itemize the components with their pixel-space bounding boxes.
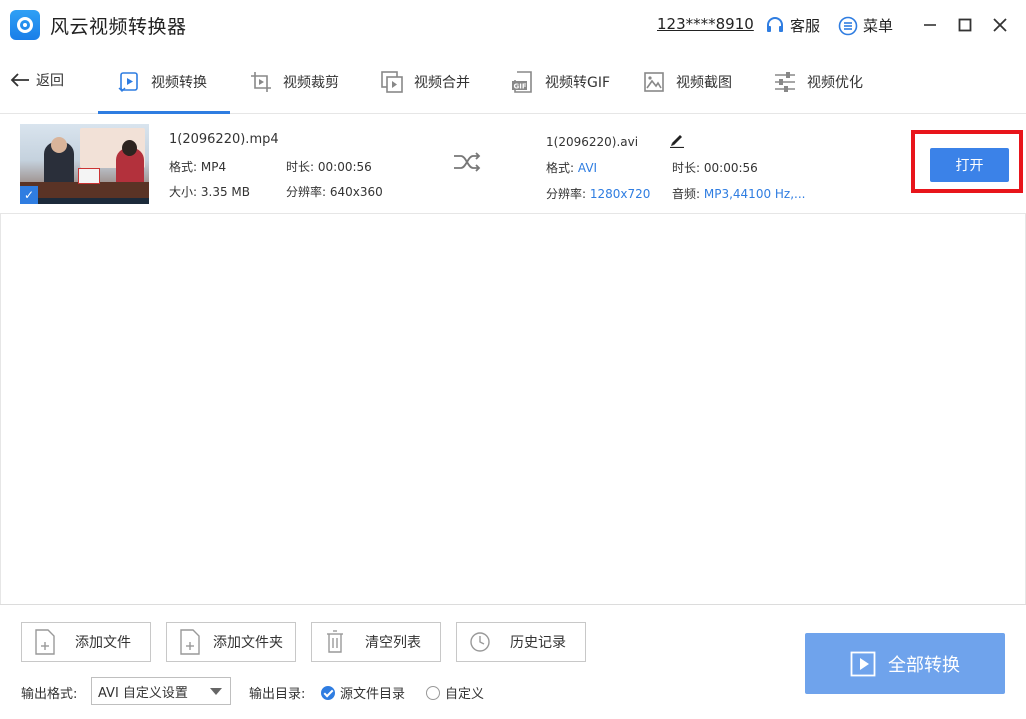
tab-video-crop[interactable]: 视频裁剪 xyxy=(249,70,339,94)
gif-icon: GIF xyxy=(512,71,532,93)
source-format: 格式: MP4 xyxy=(169,158,226,175)
tab-label: 视频合并 xyxy=(414,75,470,91)
convert-all-label: 全部转换 xyxy=(888,654,960,676)
radio-unchecked-icon xyxy=(426,685,440,700)
source-duration-value: 00:00:56 xyxy=(317,160,372,174)
back-label: 返回 xyxy=(36,73,64,89)
feature-tab-bar: 返回 视频转换 视频裁剪 视频合并 GIF 视频转GIF 视频截图 视频优化 xyxy=(0,50,1026,114)
output-audio-value[interactable]: MP3,44100 Hz,... xyxy=(704,187,806,201)
tab-video-merge[interactable]: 视频合并 xyxy=(380,70,470,94)
account-link[interactable]: 123****8910 xyxy=(657,15,754,33)
svg-text:GIF: GIF xyxy=(514,83,527,91)
file-row[interactable]: 1(2096220).mp4 格式: MP4 时长: 00:00:56 大小: … xyxy=(0,114,1026,214)
custom-dir-label: 自定义 xyxy=(445,687,485,702)
add-file-label: 添加文件 xyxy=(75,635,131,651)
history-button[interactable]: 历史记录 xyxy=(456,622,586,662)
output-format-label: 格式: xyxy=(546,161,575,175)
back-button[interactable]: 返回 xyxy=(10,70,64,90)
trash-icon xyxy=(327,630,343,653)
output-resolution: 分辨率: 1280x720 xyxy=(546,185,650,202)
add-folder-icon xyxy=(180,629,200,655)
radio-checked-icon xyxy=(321,685,335,700)
output-format: 格式: AVI xyxy=(546,159,597,176)
output-duration-value: 00:00:56 xyxy=(703,161,758,175)
output-resolution-value[interactable]: 1280x720 xyxy=(590,187,651,201)
output-format-value[interactable]: AVI xyxy=(578,161,597,175)
play-icon xyxy=(850,651,876,676)
output-resolution-label: 分辨率: xyxy=(546,187,587,201)
tab-label: 视频截图 xyxy=(676,75,732,91)
source-duration-label: 时长: xyxy=(286,160,315,174)
clear-list-label: 清空列表 xyxy=(365,635,421,651)
source-file-name: 1(2096220).mp4 xyxy=(169,132,279,147)
output-format-select[interactable]: AVI 自定义设置 xyxy=(91,677,231,705)
maximize-button[interactable] xyxy=(953,13,977,37)
video-merge-icon xyxy=(381,71,403,93)
close-icon xyxy=(993,18,1007,32)
add-folder-label: 添加文件夹 xyxy=(213,635,283,651)
tab-video-to-gif[interactable]: GIF 视频转GIF xyxy=(511,70,610,94)
customer-service-button[interactable]: 客服 xyxy=(765,15,820,36)
minimize-icon xyxy=(924,24,936,26)
add-folder-button[interactable]: 添加文件夹 xyxy=(166,622,296,662)
tab-label: 视频转GIF xyxy=(545,75,611,91)
tab-video-convert[interactable]: 视频转换 xyxy=(117,70,207,94)
clock-icon xyxy=(470,632,490,652)
title-bar: 风云视频转换器 123****8910 客服 菜单 xyxy=(0,0,1026,50)
screenshot-icon xyxy=(644,72,664,92)
source-size-label: 大小: xyxy=(169,185,198,199)
tab-video-optimize[interactable]: 视频优化 xyxy=(773,70,863,94)
menu-icon xyxy=(838,16,858,35)
output-duration-label: 时长: xyxy=(672,161,701,175)
maximize-icon xyxy=(958,18,972,32)
add-file-icon xyxy=(35,629,55,655)
output-format-label: 输出格式: xyxy=(21,687,78,702)
menu-label: 菜单 xyxy=(863,17,894,35)
minimize-button[interactable] xyxy=(918,13,942,37)
video-convert-icon xyxy=(118,72,138,92)
tab-video-screenshot[interactable]: 视频截图 xyxy=(642,70,732,94)
source-resolution-label: 分辨率: xyxy=(286,185,327,199)
source-resolution-value: 640x360 xyxy=(329,185,383,199)
source-size-value: 3.35 MB xyxy=(200,185,250,199)
convert-all-button[interactable]: 全部转换 xyxy=(805,633,1005,694)
source-format-value: MP4 xyxy=(200,160,227,174)
output-format-selected: AVI 自定义设置 xyxy=(98,685,188,701)
checkmark-icon[interactable]: ✓ xyxy=(20,186,38,204)
customer-service-label: 客服 xyxy=(790,17,821,35)
tab-label: 视频裁剪 xyxy=(283,75,339,91)
source-format-label: 格式: xyxy=(169,160,198,174)
source-size: 大小: 3.35 MB xyxy=(169,183,250,200)
edit-pencil-icon[interactable] xyxy=(669,132,685,148)
chevron-down-icon xyxy=(210,688,222,695)
file-list-area xyxy=(0,214,1026,604)
video-crop-icon xyxy=(251,72,271,92)
menu-button[interactable]: 菜单 xyxy=(838,15,893,36)
bottom-toolbar: 添加文件 添加文件夹 清空列表 历史记录 全部转换 输出格式: AVI 自定义设… xyxy=(0,604,1026,719)
tab-label: 视频优化 xyxy=(807,75,863,91)
shuffle-icon xyxy=(454,152,481,172)
headset-icon xyxy=(767,16,783,32)
source-resolution: 分辨率: 640x360 xyxy=(286,183,383,200)
output-file-name: 1(2096220).avi xyxy=(546,135,639,149)
open-button[interactable]: 打开 xyxy=(930,148,1009,182)
arrow-left-icon xyxy=(10,73,29,87)
app-title: 风云视频转换器 xyxy=(50,16,187,38)
history-label: 历史记录 xyxy=(510,635,566,651)
custom-dir-radio[interactable]: 自定义 xyxy=(426,683,484,702)
output-audio: 音频: MP3,44100 Hz,... xyxy=(672,185,805,202)
source-dir-label: 源文件目录 xyxy=(340,687,406,702)
optimize-icon xyxy=(775,72,795,92)
source-dir-radio[interactable]: 源文件目录 xyxy=(321,683,405,702)
source-duration: 时长: 00:00:56 xyxy=(286,158,372,175)
output-duration: 时长: 00:00:56 xyxy=(672,159,758,176)
output-audio-label: 音频: xyxy=(672,187,701,201)
app-logo-icon xyxy=(10,10,40,40)
video-thumbnail[interactable] xyxy=(20,124,149,204)
close-button[interactable] xyxy=(988,13,1012,37)
tab-label: 视频转换 xyxy=(151,75,207,91)
output-dir-label: 输出目录: xyxy=(249,687,306,702)
add-file-button[interactable]: 添加文件 xyxy=(21,622,151,662)
clear-list-button[interactable]: 清空列表 xyxy=(311,622,441,662)
